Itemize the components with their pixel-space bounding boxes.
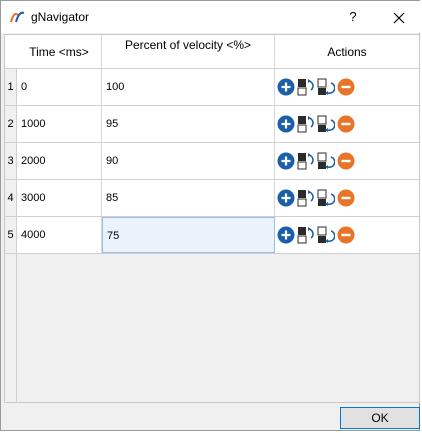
copy-row-button[interactable] [297,152,315,170]
table-row[interactable]: 1 0 100 [5,69,419,106]
row-actions [277,189,357,209]
row-actions [277,226,357,246]
add-icon [277,115,295,133]
table-header: Time <ms> Percent of velocity <%> Action… [5,35,419,69]
paste-row-button[interactable] [317,189,336,207]
paste-row-button[interactable] [317,152,336,170]
copy-row-button[interactable] [297,189,315,207]
paste-icon [317,189,336,206]
percent-cell[interactable]: 85 [102,180,275,216]
percent-cell[interactable]: 95 [102,106,275,142]
app-logo-icon [10,11,25,23]
add-icon [277,152,295,170]
time-cell[interactable]: 0 [17,69,102,105]
add-icon [277,78,295,96]
table-row[interactable]: 4 3000 85 [5,180,419,217]
copy-icon [297,227,314,244]
row-number[interactable]: 4 [5,180,17,216]
remove-icon [337,226,355,244]
window-title: gNavigator [31,10,90,24]
column-header-time[interactable]: Time <ms> [17,35,102,68]
remove-icon [337,115,355,133]
row-number[interactable]: 3 [5,143,17,179]
row-number[interactable]: 5 [5,217,17,253]
percent-cell[interactable]: 100 [102,69,275,105]
remove-row-button[interactable] [337,115,355,133]
paste-icon [317,152,336,169]
add-row-button[interactable] [277,115,295,133]
time-cell[interactable]: 1000 [17,106,102,142]
copy-row-button[interactable] [297,78,315,96]
table-row[interactable]: 5 4000 75 [5,217,419,254]
paste-row-button[interactable] [317,78,336,96]
add-row-button[interactable] [277,152,295,170]
add-icon [277,226,295,244]
copy-row-button[interactable] [297,115,315,133]
close-button[interactable] [385,5,413,29]
remove-icon [337,78,355,96]
column-header-actions[interactable]: Actions [275,35,419,68]
paste-row-button[interactable] [317,226,336,244]
row-actions [277,152,357,172]
remove-row-button[interactable] [337,152,355,170]
copy-icon [297,116,314,133]
close-icon [393,12,405,24]
table-row[interactable]: 2 1000 95 [5,106,419,143]
dialog-window: gNavigator ? Time <ms> Percent of veloci… [0,0,421,431]
row-number[interactable]: 2 [5,106,17,142]
time-cell[interactable]: 3000 [17,180,102,216]
copy-icon [297,79,314,96]
remove-row-button[interactable] [337,189,355,207]
time-cell[interactable]: 2000 [17,143,102,179]
time-cell[interactable]: 4000 [17,217,102,253]
remove-row-button[interactable] [337,226,355,244]
add-row-button[interactable] [277,78,295,96]
copy-icon [297,190,314,207]
row-number[interactable]: 1 [5,69,17,105]
column-header-percent[interactable]: Percent of velocity <%> [102,35,275,68]
velocity-table: Time <ms> Percent of velocity <%> Action… [4,34,420,403]
paste-icon [317,115,336,132]
remove-icon [337,189,355,207]
remove-row-button[interactable] [337,78,355,96]
title-bar: gNavigator ? [1,1,421,33]
add-row-button[interactable] [277,226,295,244]
ok-button[interactable]: OK [340,407,420,429]
paste-row-button[interactable] [317,115,336,133]
row-actions [277,78,357,98]
row-actions [277,115,357,135]
copy-row-button[interactable] [297,226,315,244]
percent-cell[interactable]: 90 [102,143,275,179]
paste-icon [317,226,336,243]
percent-cell[interactable]: 75 [102,217,275,253]
help-button[interactable]: ? [339,5,367,29]
copy-icon [297,153,314,170]
paste-icon [317,78,336,95]
table-row[interactable]: 3 2000 90 [5,143,419,180]
add-row-button[interactable] [277,189,295,207]
remove-icon [337,152,355,170]
add-icon [277,189,295,207]
